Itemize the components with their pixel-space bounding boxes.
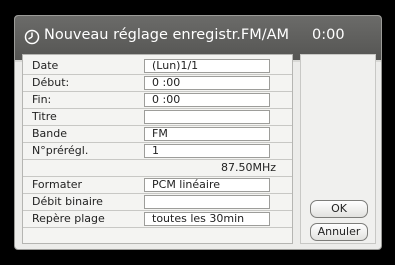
preset-number-field[interactable]: 1 <box>144 144 270 158</box>
dialog-title: Nouveau réglage enregistr.FM/AM <box>44 27 290 43</box>
field-label-start: Début: <box>32 76 70 89</box>
field-row-format: Formater PCM linéaire <box>23 177 292 194</box>
title-field[interactable] <box>144 110 270 124</box>
ok-button[interactable]: OK <box>310 200 368 218</box>
band-field[interactable]: FM <box>144 127 270 141</box>
start-time-field[interactable]: 0 :00 <box>144 76 270 90</box>
bitrate-field[interactable] <box>144 195 270 209</box>
field-row-bitrate: Débit binaire <box>23 194 292 211</box>
settings-panel: Date (Lun)1/1 Début: 0 :00 Fin: 0 :00 Ti… <box>22 54 293 244</box>
field-label-format: Formater <box>32 178 83 191</box>
field-row-end: Fin: 0 :00 <box>23 92 292 109</box>
field-label-date: Date <box>32 59 59 72</box>
current-time: 0:00 <box>312 27 345 43</box>
field-label-end: Fin: <box>32 93 52 106</box>
frequency-readout: 87.50MHz <box>220 161 276 174</box>
field-row-band: Bande FM <box>23 126 292 143</box>
field-row-preset: N°prérégl. 1 <box>23 143 292 160</box>
field-label-preset: N°prérégl. <box>32 144 89 157</box>
clock-icon <box>24 29 40 45</box>
field-row-track-mark: Repère plage toutes les 30min <box>23 211 292 228</box>
field-row-start: Début: 0 :00 <box>23 75 292 92</box>
field-row-title: Titre <box>23 109 292 126</box>
field-label-band: Bande <box>32 127 68 140</box>
date-field[interactable]: (Lun)1/1 <box>144 59 270 73</box>
field-label-track-mark: Repère plage <box>32 212 105 225</box>
field-label-bitrate: Débit binaire <box>32 195 103 208</box>
field-row-date: Date (Lun)1/1 <box>23 58 292 75</box>
format-field[interactable]: PCM linéaire <box>144 178 270 192</box>
track-mark-field[interactable]: toutes les 30min <box>144 212 270 226</box>
frequency-row: 87.50MHz <box>23 160 292 177</box>
field-label-title: Titre <box>32 110 57 123</box>
action-panel: OK Annuler <box>300 54 376 244</box>
end-time-field[interactable]: 0 :00 <box>144 93 270 107</box>
recording-settings-dialog: Nouveau réglage enregistr.FM/AM 0:00 Dat… <box>14 15 382 250</box>
cancel-button[interactable]: Annuler <box>310 223 368 241</box>
